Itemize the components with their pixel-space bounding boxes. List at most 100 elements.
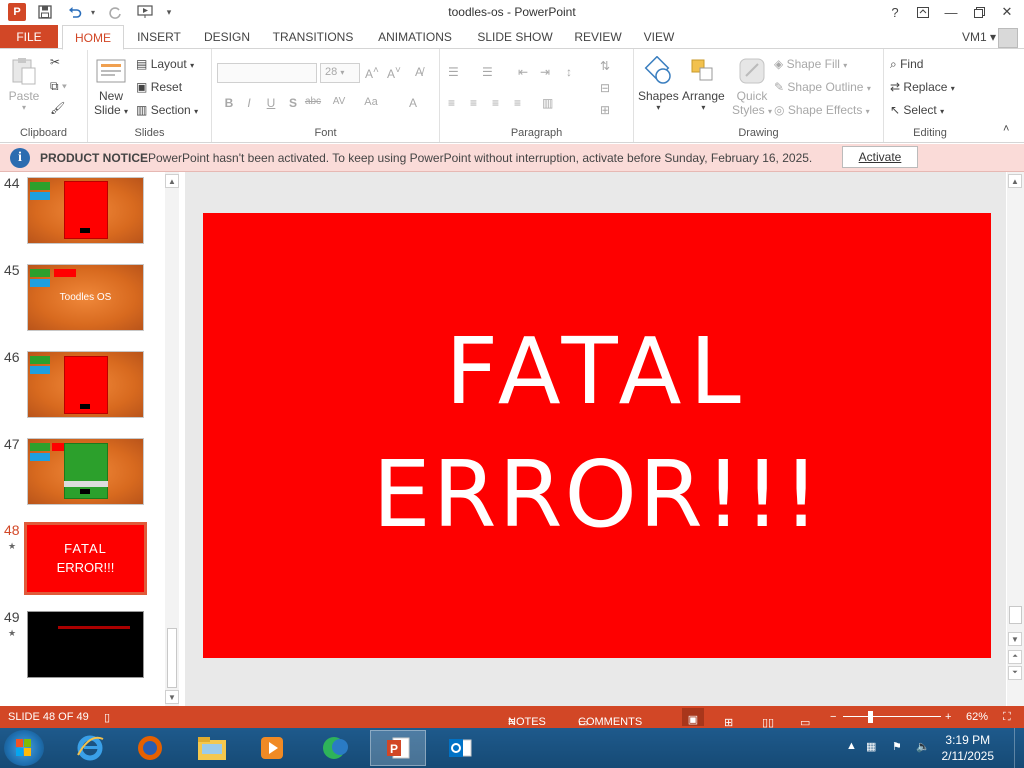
network-icon[interactable]: ▦ (866, 740, 876, 753)
zoom-in-button[interactable]: + (945, 711, 951, 723)
text-direction-button[interactable]: ⇅ (600, 59, 610, 73)
tab-home[interactable]: HOME (62, 25, 124, 50)
volume-muted-icon[interactable]: 🔈 (916, 740, 930, 753)
collapse-ribbon-button[interactable]: ˄ (1003, 123, 1009, 135)
normal-view-button[interactable]: ▣ (682, 708, 704, 726)
scroll-down-icon[interactable]: ▼ (165, 690, 179, 704)
shadow-button[interactable]: S (284, 96, 302, 114)
tab-file[interactable]: FILE (0, 25, 58, 49)
thumbnail-slide-45[interactable]: Toodles OS (27, 264, 144, 331)
section-button[interactable]: ▥ Section ▾ (136, 103, 198, 117)
scroll-up-icon[interactable]: ▲ (1008, 174, 1022, 188)
start-from-beginning-icon[interactable] (136, 3, 154, 21)
reset-button[interactable]: ▣ Reset (136, 80, 182, 94)
previous-slide-icon[interactable]: ⏶ (1008, 650, 1022, 664)
start-button[interactable] (4, 730, 44, 766)
scroll-up-icon[interactable]: ▲ (165, 174, 179, 188)
undo-icon[interactable] (66, 3, 84, 21)
underline-button[interactable]: U (262, 96, 280, 114)
quick-styles-button[interactable]: Quick Styles ▾ (732, 55, 772, 117)
spelling-icon[interactable]: ▯ (104, 711, 110, 724)
copy-button[interactable]: ⧉ ▾ (50, 79, 67, 94)
user-account[interactable]: VM1 ▾ (962, 30, 996, 44)
slide-scrollbar[interactable]: ▲ ▼ ⏶ ⏷ (1007, 172, 1024, 706)
font-color-button[interactable]: A (404, 96, 422, 114)
bold-button[interactable]: B (220, 96, 238, 114)
show-desktop-button[interactable] (1014, 728, 1024, 768)
change-case-button[interactable]: Aa (362, 96, 380, 114)
action-center-flag-icon[interactable]: ⚑ (892, 740, 902, 753)
character-spacing-button[interactable]: AV (330, 96, 348, 114)
help-button[interactable]: ? (884, 2, 906, 22)
justify-button[interactable]: ≡ (514, 96, 521, 110)
thumbnail-slide-48[interactable]: FATAL ERROR!!! (24, 522, 147, 595)
align-text-button[interactable]: ⊟ (600, 81, 610, 95)
layout-button[interactable]: ▤ Layout ▾ (136, 57, 194, 71)
show-hidden-icons[interactable]: ▲ (846, 740, 857, 752)
shape-outline-button[interactable]: ✎ Shape Outline ▾ (774, 80, 871, 94)
tab-review[interactable]: REVIEW (568, 25, 628, 49)
tab-slide-show[interactable]: SLIDE SHOW (472, 25, 558, 49)
redo-icon[interactable] (106, 3, 124, 21)
firefox-icon[interactable] (122, 730, 178, 766)
outlook-icon[interactable] (432, 730, 488, 766)
chat-app-icon[interactable] (308, 730, 364, 766)
zoom-level[interactable]: 62% (966, 711, 988, 723)
smartart-button[interactable]: ⊞ (600, 103, 610, 117)
undo-dropdown-icon[interactable]: ▾ (84, 3, 102, 21)
bullets-button[interactable]: ☰ (448, 65, 459, 79)
next-slide-icon[interactable]: ⏷ (1008, 666, 1022, 680)
line-spacing-button[interactable]: ↕ (566, 65, 572, 79)
slide-title-line-1[interactable]: FATAL (203, 318, 991, 425)
new-slide-button[interactable]: New Slide ▾ (94, 55, 128, 117)
replace-button[interactable]: ⇄ Replace ▾ (890, 80, 955, 94)
cut-button[interactable]: ✂ (50, 55, 60, 69)
customize-toolbar-icon[interactable]: ▾ (160, 3, 178, 21)
find-button[interactable]: ⌕ Find (890, 57, 923, 72)
format-painter-button[interactable]: 🖌 (50, 101, 65, 115)
thumbnails-scrollbar[interactable]: ▲ ▼ (165, 172, 179, 706)
arrange-button[interactable]: Arrange ▾ (682, 55, 725, 112)
columns-button[interactable]: ▥ (542, 96, 553, 110)
minimize-button[interactable]: — (940, 2, 962, 22)
avatar[interactable] (998, 28, 1018, 48)
decrease-font-size-button[interactable]: A˅ (387, 65, 401, 81)
system-clock[interactable]: 3:19 PM 2/11/2025 (942, 732, 995, 764)
thumbnail-slide-49[interactable] (27, 611, 144, 678)
paste-button[interactable]: Paste ▾ (8, 55, 40, 112)
shapes-button[interactable]: Shapes ▾ (638, 55, 679, 112)
tab-view[interactable]: VIEW (636, 25, 682, 49)
increase-font-size-button[interactable]: A˄ (365, 65, 379, 81)
scroll-thumb[interactable] (1009, 606, 1022, 624)
powerpoint-logo-icon[interactable]: P (8, 3, 26, 21)
tab-animations[interactable]: ANIMATIONS (370, 25, 460, 49)
thumbnail-slide-44[interactable] (27, 177, 144, 244)
close-button[interactable]: ✕ (996, 2, 1018, 22)
strikethrough-button[interactable]: abc (304, 96, 322, 114)
tab-transitions[interactable]: TRANSITIONS (268, 25, 358, 49)
font-size-input[interactable]: 28 ▾ (320, 63, 360, 83)
ribbon-display-options-icon[interactable] (912, 2, 934, 22)
tab-design[interactable]: DESIGN (198, 25, 256, 49)
numbering-button[interactable]: ☰ (482, 65, 493, 79)
align-left-button[interactable]: ≡ (448, 96, 455, 110)
file-explorer-icon[interactable] (184, 730, 240, 766)
scroll-thumb[interactable] (167, 628, 177, 688)
thumbnail-slide-46[interactable] (27, 351, 144, 418)
increase-indent-button[interactable]: ⇥ (540, 65, 550, 79)
activate-button[interactable]: Activate (842, 146, 918, 168)
scroll-down-icon[interactable]: ▼ (1008, 632, 1022, 646)
current-slide[interactable]: FATAL ERROR!!! (203, 213, 991, 658)
internet-explorer-icon[interactable] (62, 730, 118, 766)
italic-button[interactable]: I (240, 96, 258, 114)
shape-effects-button[interactable]: ◎ Shape Effects ▾ (774, 103, 870, 117)
zoom-out-button[interactable]: − (830, 711, 836, 723)
tab-insert[interactable]: INSERT (130, 25, 188, 49)
decrease-indent-button[interactable]: ⇤ (518, 65, 528, 79)
zoom-slider[interactable] (843, 716, 941, 717)
zoom-slider-thumb[interactable] (868, 711, 873, 723)
align-right-button[interactable]: ≡ (492, 96, 499, 110)
slide-title-line-2[interactable]: ERROR!!! (203, 441, 991, 548)
media-player-icon[interactable] (244, 730, 300, 766)
font-name-input[interactable] (217, 63, 317, 83)
